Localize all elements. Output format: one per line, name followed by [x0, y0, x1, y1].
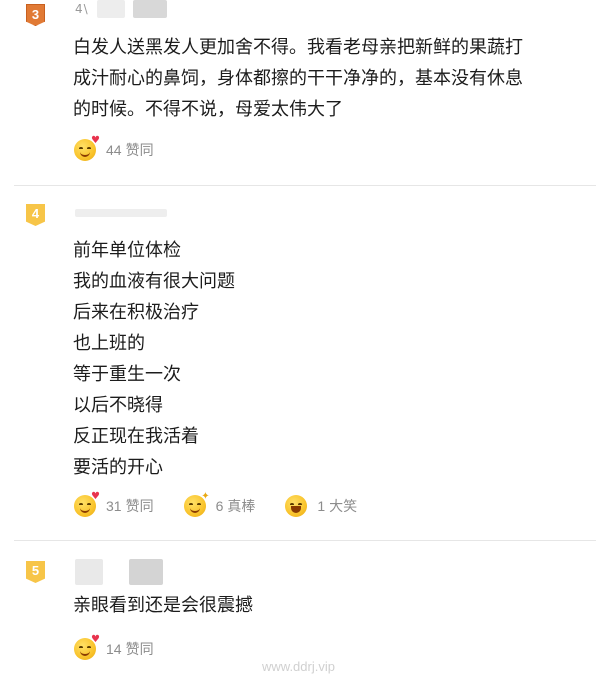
reaction-bar: ♥ 14 赞同	[74, 635, 184, 661]
username[interactable]: 4\	[75, 2, 89, 16]
user-info[interactable]	[75, 204, 167, 222]
reaction-bar: ♥ 31 赞同 ✦ 6 真棒 1 大笑	[74, 492, 387, 518]
comment-text: 前年单位体检 我的血液有很大问题 后来在积极治疗 也上班的 等于重生一次 以后不…	[73, 235, 235, 483]
reaction-label: 赞同	[125, 142, 154, 158]
rank-badge: 3	[26, 4, 45, 26]
comment-4: 4 前年单位体检 我的血液有很大问题 后来在积极治疗 也上班的 等于重生一次 以…	[0, 200, 610, 540]
text-line: 亲眼看到还是会很震撼	[73, 595, 253, 616]
user-info[interactable]: 4\	[75, 0, 167, 18]
user-info[interactable]	[75, 559, 163, 585]
name-blurred	[132, 0, 167, 18]
thumbs-up-emoji-icon: ✦	[183, 492, 210, 517]
heart-eyes-emoji-icon: ♥	[74, 136, 100, 161]
comment-text: 亲眼看到还是会很震撼	[73, 590, 253, 621]
reaction-count: 1	[317, 498, 326, 514]
text-line: 等于重生一次	[73, 364, 181, 385]
reaction-agree[interactable]: ♥ 31 赞同	[74, 492, 154, 517]
reaction-laugh[interactable]: 1 大笑	[285, 495, 357, 517]
reaction-awesome[interactable]: ✦ 6 真棒	[183, 492, 256, 517]
rank-badge: 4	[26, 204, 45, 226]
reaction-agree[interactable]: ♥ 14 赞同	[74, 635, 154, 660]
reaction-label: 赞同	[125, 498, 154, 514]
text-line: 也上班的	[73, 333, 145, 354]
avatar-blurred	[75, 559, 103, 585]
divider	[14, 185, 596, 186]
reaction-count: 31	[106, 498, 122, 514]
reaction-count: 6	[215, 498, 224, 514]
rank-badge: 5	[26, 561, 45, 583]
text-line: 以后不晓得	[73, 395, 163, 416]
watermark: www.ddrj.vip	[262, 659, 335, 674]
text-line: 后来在积极治疗	[73, 302, 199, 323]
text-line: 要活的开心	[73, 457, 163, 478]
laughing-emoji-icon	[285, 495, 308, 517]
reaction-count: 14	[106, 641, 122, 657]
reaction-label: 大笑	[329, 498, 358, 514]
reaction-bar: ♥ 44 赞同	[74, 136, 184, 162]
text-line: 我的血液有很大问题	[73, 271, 235, 292]
reaction-label: 赞同	[125, 641, 154, 657]
text-line: 前年单位体检	[73, 240, 181, 261]
heart-eyes-emoji-icon: ♥	[74, 635, 100, 660]
text-line: 的时候。不得不说，母爱太伟大了	[73, 99, 343, 120]
avatar-blurred	[96, 0, 125, 18]
name-blurred	[129, 559, 163, 585]
reaction-count: 44	[106, 142, 122, 158]
comment-3: 3 4\ 白发人送黑发人更加舍不得。我看老母亲把新鲜的果蔬打 成汁耐心的鼻饲，身…	[0, 0, 610, 185]
text-line: 反正现在我活着	[73, 426, 199, 447]
name-blurred	[75, 209, 167, 217]
text-line: 成汁耐心的鼻饲，身体都擦的干干净净的，基本没有休息	[73, 68, 523, 89]
reaction-agree[interactable]: ♥ 44 赞同	[74, 136, 154, 161]
comment-text: 白发人送黑发人更加舍不得。我看老母亲把新鲜的果蔬打 成汁耐心的鼻饲，身体都擦的干…	[73, 32, 523, 125]
text-line: 白发人送黑发人更加舍不得。我看老母亲把新鲜的果蔬打	[73, 37, 523, 58]
heart-eyes-emoji-icon: ♥	[74, 492, 100, 517]
divider	[14, 540, 596, 541]
reaction-label: 真棒	[227, 498, 256, 514]
